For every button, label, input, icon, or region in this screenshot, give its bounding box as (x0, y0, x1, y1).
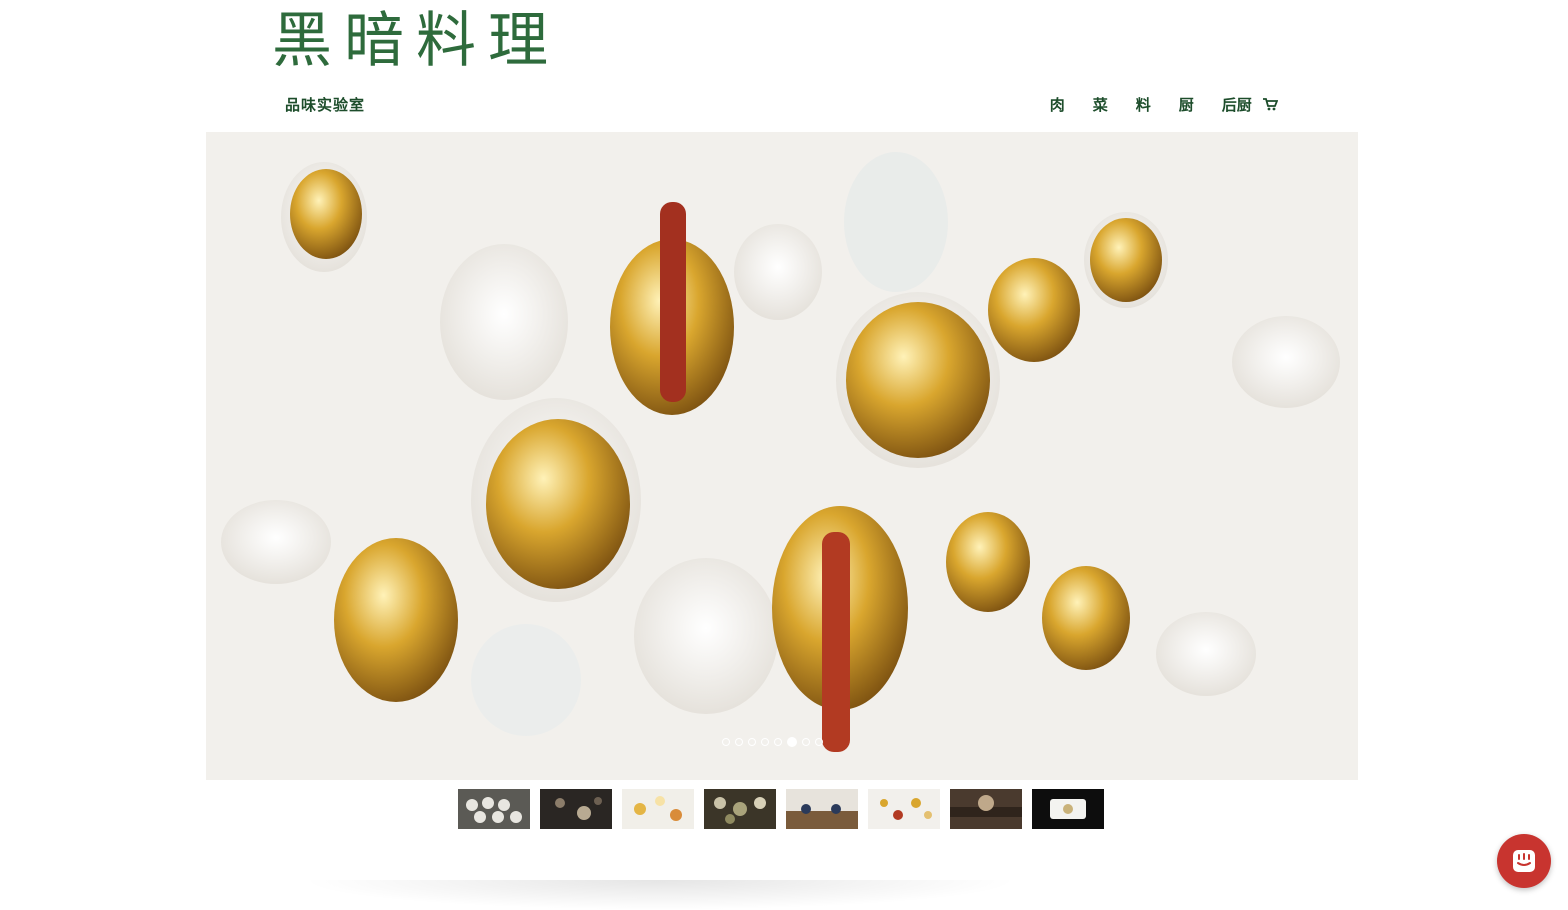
nav-item-chef[interactable]: 厨 (1179, 94, 1194, 115)
nav-item-kitchen-label: 后厨 (1221, 96, 1252, 114)
hero-slide-image (206, 132, 1358, 780)
nav-item-meat[interactable]: 肉 (1050, 94, 1065, 115)
slider-thumbnails (458, 789, 1104, 829)
thumbnail-2[interactable] (540, 789, 612, 829)
slider-pagination (722, 737, 823, 747)
hero-image-slider[interactable] (206, 132, 1358, 780)
chat-bubble-icon (1513, 850, 1535, 872)
slider-dot[interactable] (802, 738, 810, 746)
main-menu: 肉 菜 料 厨 后厨 (1050, 94, 1279, 115)
thumbnail-5[interactable] (786, 789, 858, 829)
thumbnail-8[interactable] (1032, 789, 1104, 829)
slider-dot[interactable] (735, 738, 743, 746)
thumbnail-3[interactable] (622, 789, 694, 829)
chat-launcher-button[interactable] (1497, 834, 1551, 888)
thumbnail-4[interactable] (704, 789, 776, 829)
nav-item-vegetable[interactable]: 菜 (1093, 94, 1108, 115)
slider-dot[interactable] (815, 738, 823, 746)
nav-item-ingredients[interactable]: 料 (1136, 94, 1151, 115)
site-subtitle[interactable]: 品味实验室 (285, 94, 365, 115)
site-logo[interactable]: 黑暗料理 (272, 6, 560, 76)
slider-dot[interactable] (761, 738, 769, 746)
thumbnail-7[interactable] (950, 789, 1022, 829)
thumbnail-1[interactable] (458, 789, 530, 829)
nav-item-kitchen[interactable]: 后厨 (1221, 94, 1279, 115)
slider-dot[interactable] (722, 738, 730, 746)
shopping-cart-icon[interactable] (1263, 97, 1279, 115)
slider-dot[interactable] (748, 738, 756, 746)
thumbnail-6[interactable] (868, 789, 940, 829)
sub-navigation: 品味实验室 肉 菜 料 厨 后厨 (0, 90, 1568, 116)
slider-dot[interactable] (774, 738, 782, 746)
content-card-edge (300, 880, 1020, 910)
slider-dot-active[interactable] (787, 737, 797, 747)
